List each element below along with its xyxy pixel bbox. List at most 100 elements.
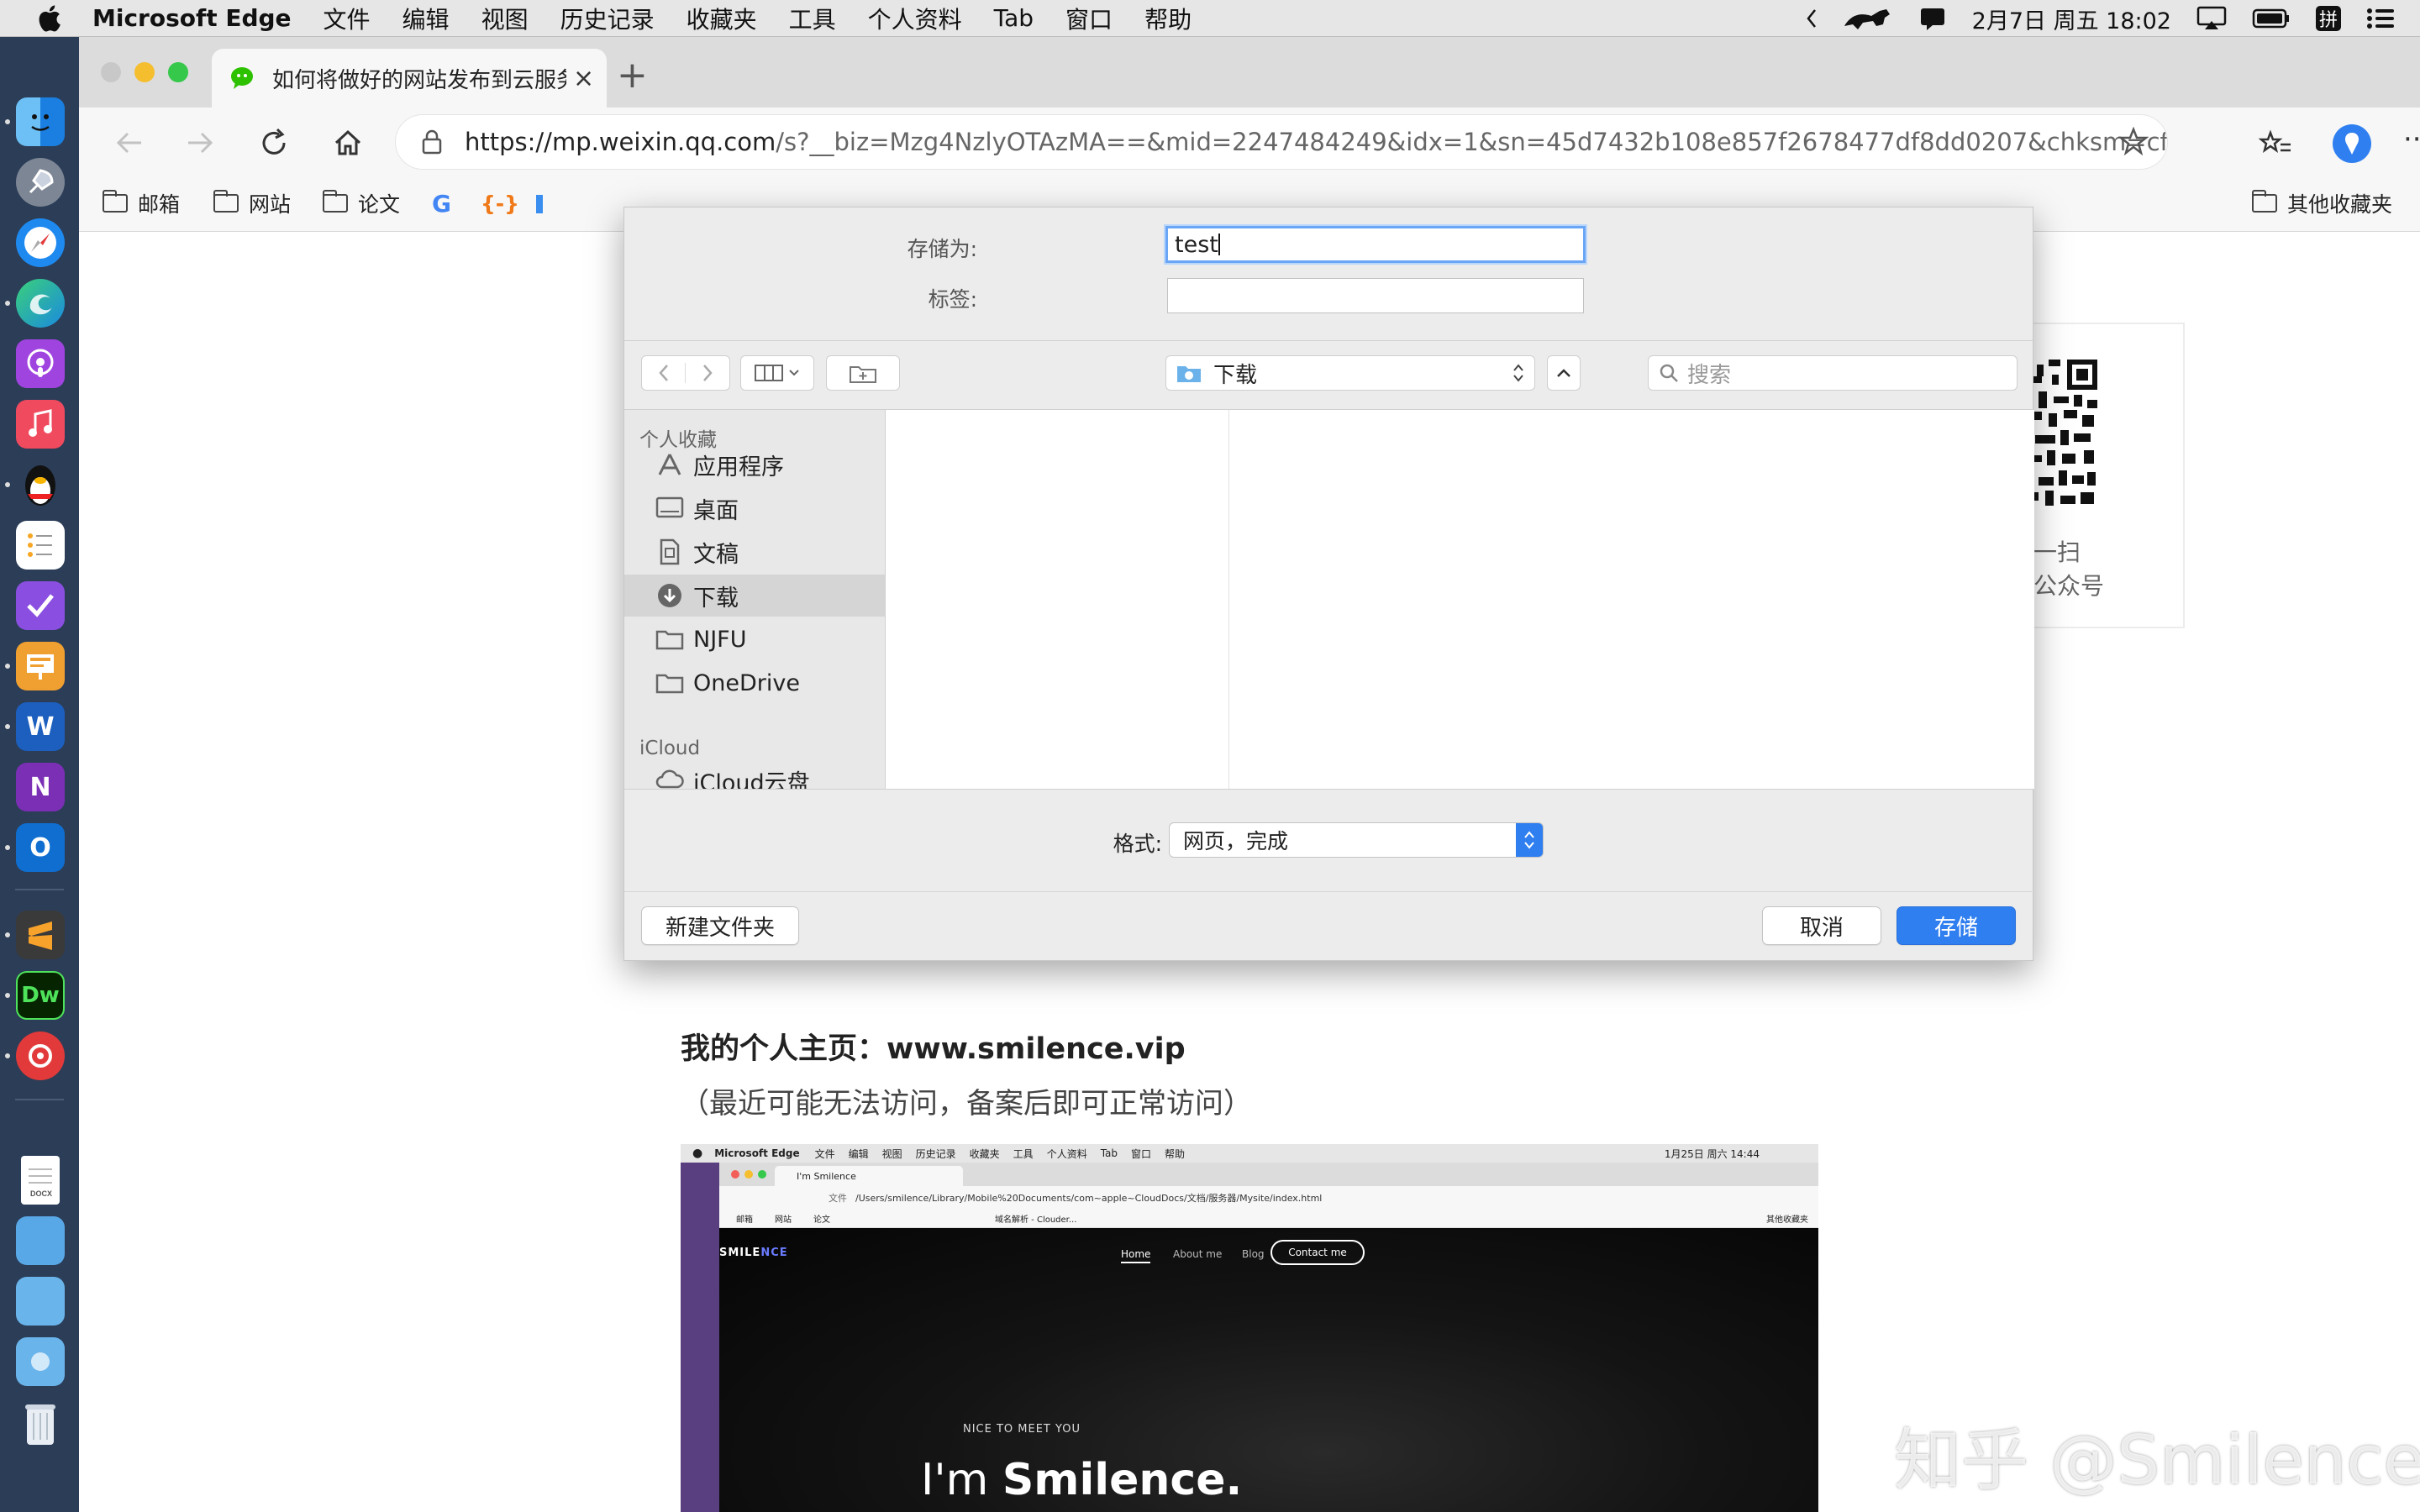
reminders-icon[interactable] bbox=[16, 521, 65, 570]
menubar-clock[interactable]: 2月7日 周五 18:02 bbox=[1972, 3, 2171, 35]
select-stepper-icon bbox=[1516, 823, 1543, 857]
nav-forward-icon[interactable] bbox=[686, 363, 729, 383]
menu-history[interactable]: 历史记录 bbox=[560, 2, 655, 35]
lock-icon[interactable] bbox=[421, 129, 443, 155]
favorites-icon[interactable] bbox=[2258, 126, 2292, 163]
battery-icon[interactable] bbox=[2252, 8, 2291, 29]
format-label: 格式: bbox=[1113, 832, 1162, 856]
chevron-left-icon[interactable] bbox=[1806, 8, 1818, 29]
podcasts-icon[interactable] bbox=[16, 339, 65, 388]
apple-menu-icon[interactable] bbox=[30, 0, 67, 37]
format-select[interactable]: 网页，完成 bbox=[1169, 822, 1544, 858]
qq-icon[interactable] bbox=[16, 460, 65, 509]
sidebar-item-onedrive[interactable]: OneDrive bbox=[624, 662, 885, 704]
launchpad-icon[interactable] bbox=[16, 158, 65, 207]
notification-icon[interactable] bbox=[1918, 6, 1947, 31]
sidebar-item-documents[interactable]: 文稿 bbox=[624, 531, 885, 573]
input-method-icon[interactable]: 拼 bbox=[2316, 6, 2341, 31]
new-folder-icon-button[interactable] bbox=[826, 355, 900, 391]
back-icon[interactable] bbox=[113, 126, 146, 163]
menu-file[interactable]: 文件 bbox=[324, 2, 371, 35]
menu-window[interactable]: 窗口 bbox=[1065, 2, 1113, 35]
menu-profile[interactable]: 个人资料 bbox=[868, 2, 962, 35]
profile-avatar[interactable] bbox=[2333, 124, 2371, 163]
word-icon[interactable]: W bbox=[16, 702, 65, 751]
menu-view[interactable]: 视图 bbox=[481, 2, 529, 35]
address-bar[interactable]: https://mp.weixin.qq.com /s?__biz=Mzg4Nz… bbox=[395, 114, 2168, 170]
status-animal-icon[interactable] bbox=[1843, 6, 1893, 31]
add-favorite-icon[interactable] bbox=[2118, 127, 2149, 157]
cancel-button[interactable]: 取消 bbox=[1762, 906, 1881, 945]
downloads-icon bbox=[655, 583, 685, 608]
music-icon[interactable] bbox=[16, 400, 65, 449]
chevron-up-icon bbox=[1557, 369, 1570, 377]
minimize-window-button[interactable] bbox=[134, 62, 155, 82]
new-tab-button[interactable]: + bbox=[617, 54, 648, 97]
column-divider[interactable] bbox=[1228, 410, 1229, 790]
article-heading: 我的个人主页：www.smilence.vip bbox=[681, 1032, 1186, 1066]
new-folder-icon bbox=[850, 366, 876, 383]
embedded-toolbar: 文件 /Users/smilence/Library/Mobile%20Docu… bbox=[719, 1186, 1818, 1210]
docx-file-icon[interactable]: DOCX bbox=[21, 1156, 60, 1205]
edge-window: 如何将做好的网站发布到云服务 × + ··· https://mp.weixin… bbox=[79, 37, 2420, 1512]
home-icon[interactable] bbox=[331, 126, 365, 163]
save-as-field[interactable]: test bbox=[1165, 226, 1586, 263]
sidebar-item-desktop[interactable]: 桌面 bbox=[624, 487, 885, 529]
bookmark-folder-mail[interactable]: 邮箱 bbox=[103, 188, 180, 218]
menu-app-name[interactable]: Microsoft Edge bbox=[92, 4, 292, 32]
bookmark-folder-other[interactable]: 其他收藏夹 bbox=[2252, 188, 2392, 218]
more-icon[interactable]: ··· bbox=[2403, 123, 2420, 156]
save-dialog: 存储为: test 标签: 下载 搜索 个人收藏 应用程序 桌面 文稿 下载 N… bbox=[623, 207, 2034, 961]
folder-stack-icon[interactable] bbox=[16, 1216, 65, 1265]
tags-field[interactable] bbox=[1167, 278, 1584, 313]
sidebar-item-applications[interactable]: 应用程序 bbox=[624, 444, 885, 486]
close-tab-icon[interactable]: × bbox=[573, 64, 594, 93]
onenote-icon[interactable]: N bbox=[16, 763, 65, 811]
save-button[interactable]: 存储 bbox=[1897, 906, 2016, 945]
menu-favorites[interactable]: 收藏夹 bbox=[687, 2, 757, 35]
forward-icon[interactable] bbox=[183, 126, 217, 163]
bookmark-folder-sites[interactable]: 网站 bbox=[213, 188, 291, 218]
trash-icon[interactable] bbox=[16, 1399, 65, 1448]
sidebar-item-njfu[interactable]: NJFU bbox=[624, 618, 885, 660]
downloads-stack-icon[interactable] bbox=[16, 1337, 65, 1386]
safari-icon[interactable] bbox=[16, 218, 65, 267]
sidebar-item-downloads[interactable]: 下载 bbox=[624, 575, 885, 617]
file-browser[interactable] bbox=[885, 409, 2034, 790]
sublime-text-icon[interactable] bbox=[16, 911, 65, 959]
columns-view-icon bbox=[755, 364, 783, 382]
partial-bookmark-icon[interactable] bbox=[536, 195, 543, 213]
menu-tab[interactable]: Tab bbox=[994, 4, 1034, 32]
edge-icon[interactable] bbox=[16, 279, 65, 328]
zoom-window-button[interactable] bbox=[168, 62, 188, 82]
search-field[interactable]: 搜索 bbox=[1648, 355, 2018, 391]
location-popup[interactable]: 下载 bbox=[1165, 355, 1535, 391]
finder-icon[interactable] bbox=[16, 97, 65, 146]
tab-active[interactable]: 如何将做好的网站发布到云服务 × bbox=[212, 49, 607, 108]
embedded-website: SMILENCE Home About me Blog Contact me N… bbox=[719, 1228, 1818, 1512]
embedded-contact-button: Contact me bbox=[1270, 1240, 1365, 1265]
svg-text:DOCX: DOCX bbox=[30, 1189, 52, 1198]
close-window-button[interactable] bbox=[101, 62, 121, 82]
folder-stack-2-icon[interactable] bbox=[16, 1277, 65, 1326]
nav-back-icon[interactable] bbox=[642, 363, 686, 383]
sidebar-item-icloud-drive[interactable]: iCloud云盘 bbox=[624, 764, 885, 790]
menu-tools[interactable]: 工具 bbox=[789, 2, 836, 35]
collapse-button[interactable] bbox=[1547, 355, 1581, 391]
new-folder-button[interactable]: 新建文件夹 bbox=[641, 906, 799, 945]
google-bookmark-icon[interactable]: G bbox=[432, 188, 451, 218]
view-mode-button[interactable] bbox=[740, 355, 814, 391]
applications-icon bbox=[655, 452, 685, 477]
keynote-icon[interactable] bbox=[16, 642, 65, 690]
control-center-icon[interactable] bbox=[2366, 8, 2395, 29]
bookmark-folder-papers[interactable]: 论文 bbox=[323, 188, 400, 218]
outlook-icon[interactable]: O bbox=[16, 823, 65, 872]
menu-edit[interactable]: 编辑 bbox=[402, 2, 450, 35]
dreamweaver-icon[interactable]: Dw bbox=[16, 971, 65, 1020]
menu-help[interactable]: 帮助 bbox=[1144, 2, 1192, 35]
airplay-icon[interactable] bbox=[2196, 6, 2227, 31]
omnifocus-icon[interactable] bbox=[16, 581, 65, 630]
netease-music-icon[interactable] bbox=[16, 1032, 65, 1080]
cloud-bookmark-icon[interactable]: {-} bbox=[481, 188, 519, 218]
refresh-icon[interactable] bbox=[257, 126, 291, 163]
